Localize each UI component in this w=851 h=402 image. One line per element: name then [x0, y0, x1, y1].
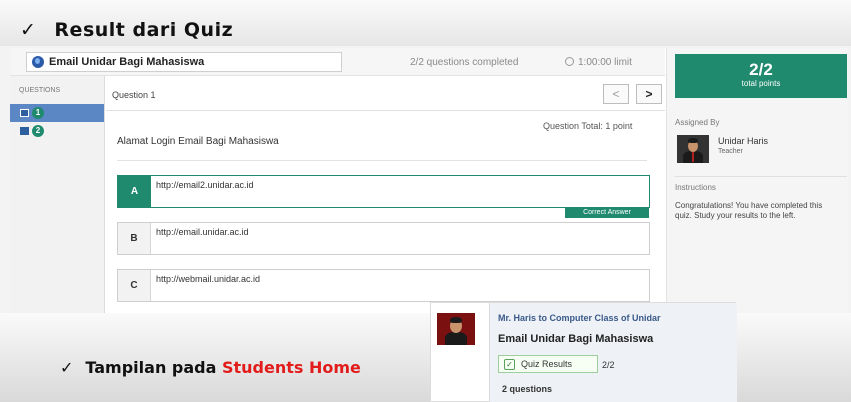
answer-letter: C [118, 270, 151, 301]
question-number: 1 [32, 107, 44, 119]
quiz-topbar: Email Unidar Bagi Mahasiswa 2/2 question… [10, 48, 665, 76]
slide-header: ✓ Result dari Quiz [0, 0, 851, 46]
teacher-role: Teacher [718, 148, 743, 155]
answer-text: http://email.unidar.ac.id [156, 227, 249, 237]
slide-title-text: Result dari Quiz [54, 19, 234, 41]
answer-option-b[interactable]: B http://email.unidar.ac.id [117, 222, 650, 255]
answer-letter: A [118, 176, 151, 207]
question-item-2[interactable]: 2 [10, 122, 104, 140]
check-icon: ✓ [504, 359, 515, 370]
students-home-caption: ✓ Tampilan pada Students Home [60, 358, 361, 377]
caption-highlight: Students Home [221, 358, 361, 377]
avatar-hair [688, 138, 698, 143]
post-content: Mr. Haris to Computer Class of Unidar Em… [489, 303, 737, 402]
question-square-icon [20, 127, 29, 135]
question-text: Alamat Login Email Bagi Mahasiswa [117, 136, 279, 147]
avatar-tie [692, 152, 694, 162]
answer-option-a[interactable]: A http://email2.unidar.ac.id [117, 175, 650, 208]
slide-title: ✓ Result dari Quiz [20, 19, 233, 41]
avatar-body [445, 332, 467, 345]
correct-answer-badge: Correct Answer [565, 207, 649, 218]
quiz-score: 2/2 [602, 360, 615, 370]
previous-question-button[interactable]: < [603, 84, 629, 104]
question-total: Question Total: 1 point [543, 121, 633, 131]
total-score-box: 2/2 total points [675, 54, 847, 98]
question-item-1[interactable]: 1 [10, 104, 104, 122]
post-sender[interactable]: Mr. Haris to Computer Class of Unidar [498, 313, 661, 323]
answer-text: http://webmail.unidar.ac.id [156, 274, 261, 284]
answer-letter: B [118, 223, 151, 254]
quiz-title-field: Email Unidar Bagi Mahasiswa [26, 52, 342, 72]
teacher-avatar [677, 135, 709, 163]
question-header: Question 1 < > [106, 76, 665, 111]
instructions-text: Congratulations! You have completed this… [675, 201, 823, 220]
current-question-label: Question 1 [112, 90, 156, 100]
answer-text: http://email2.unidar.ac.id [156, 180, 254, 190]
divider [117, 160, 647, 161]
time-limit-text: 1:00:00 limit [578, 57, 632, 68]
total-points-label: total points [741, 79, 781, 88]
quiz-results-button[interactable]: ✓ Quiz Results [498, 355, 598, 373]
teacher-name[interactable]: Unidar Haris [718, 136, 768, 146]
checkmark-icon: ✓ [60, 358, 74, 377]
total-score: 2/2 [749, 60, 773, 79]
quiz-result-screenshot: Email Unidar Bagi Mahasiswa 2/2 question… [10, 48, 848, 320]
instructions-label: Instructions [675, 183, 716, 192]
next-question-button[interactable]: > [636, 84, 662, 104]
quiz-results-label: Quiz Results [521, 359, 573, 369]
post-quiz-title: Email Unidar Bagi Mahasiswa [498, 333, 654, 345]
time-limit: 1:00:00 limit [565, 57, 632, 68]
avatar-hair [450, 317, 462, 323]
result-sidebar: 2/2 total points Assigned By Unidar Hari… [666, 48, 848, 320]
question-count: 2 questions [502, 384, 553, 394]
assigned-by-label: Assigned By [675, 118, 720, 127]
caption-text: Tampilan pada [85, 358, 222, 377]
divider [675, 176, 847, 177]
answer-option-c[interactable]: C http://webmail.unidar.ac.id [117, 269, 650, 302]
question-number: 2 [32, 125, 44, 137]
question-square-icon [20, 109, 29, 117]
questions-completed: 2/2 questions completed [410, 57, 519, 68]
questions-header: QUESTIONS [19, 87, 61, 94]
clock-icon [565, 57, 574, 66]
globe-icon [32, 56, 44, 68]
checkmark-icon: ✓ [20, 19, 37, 41]
students-home-post: Mr. Haris to Computer Class of Unidar Em… [430, 302, 737, 402]
teacher-avatar [437, 313, 475, 345]
quiz-title: Email Unidar Bagi Mahasiswa [49, 56, 205, 68]
questions-panel: QUESTIONS 1 2 [10, 76, 105, 320]
